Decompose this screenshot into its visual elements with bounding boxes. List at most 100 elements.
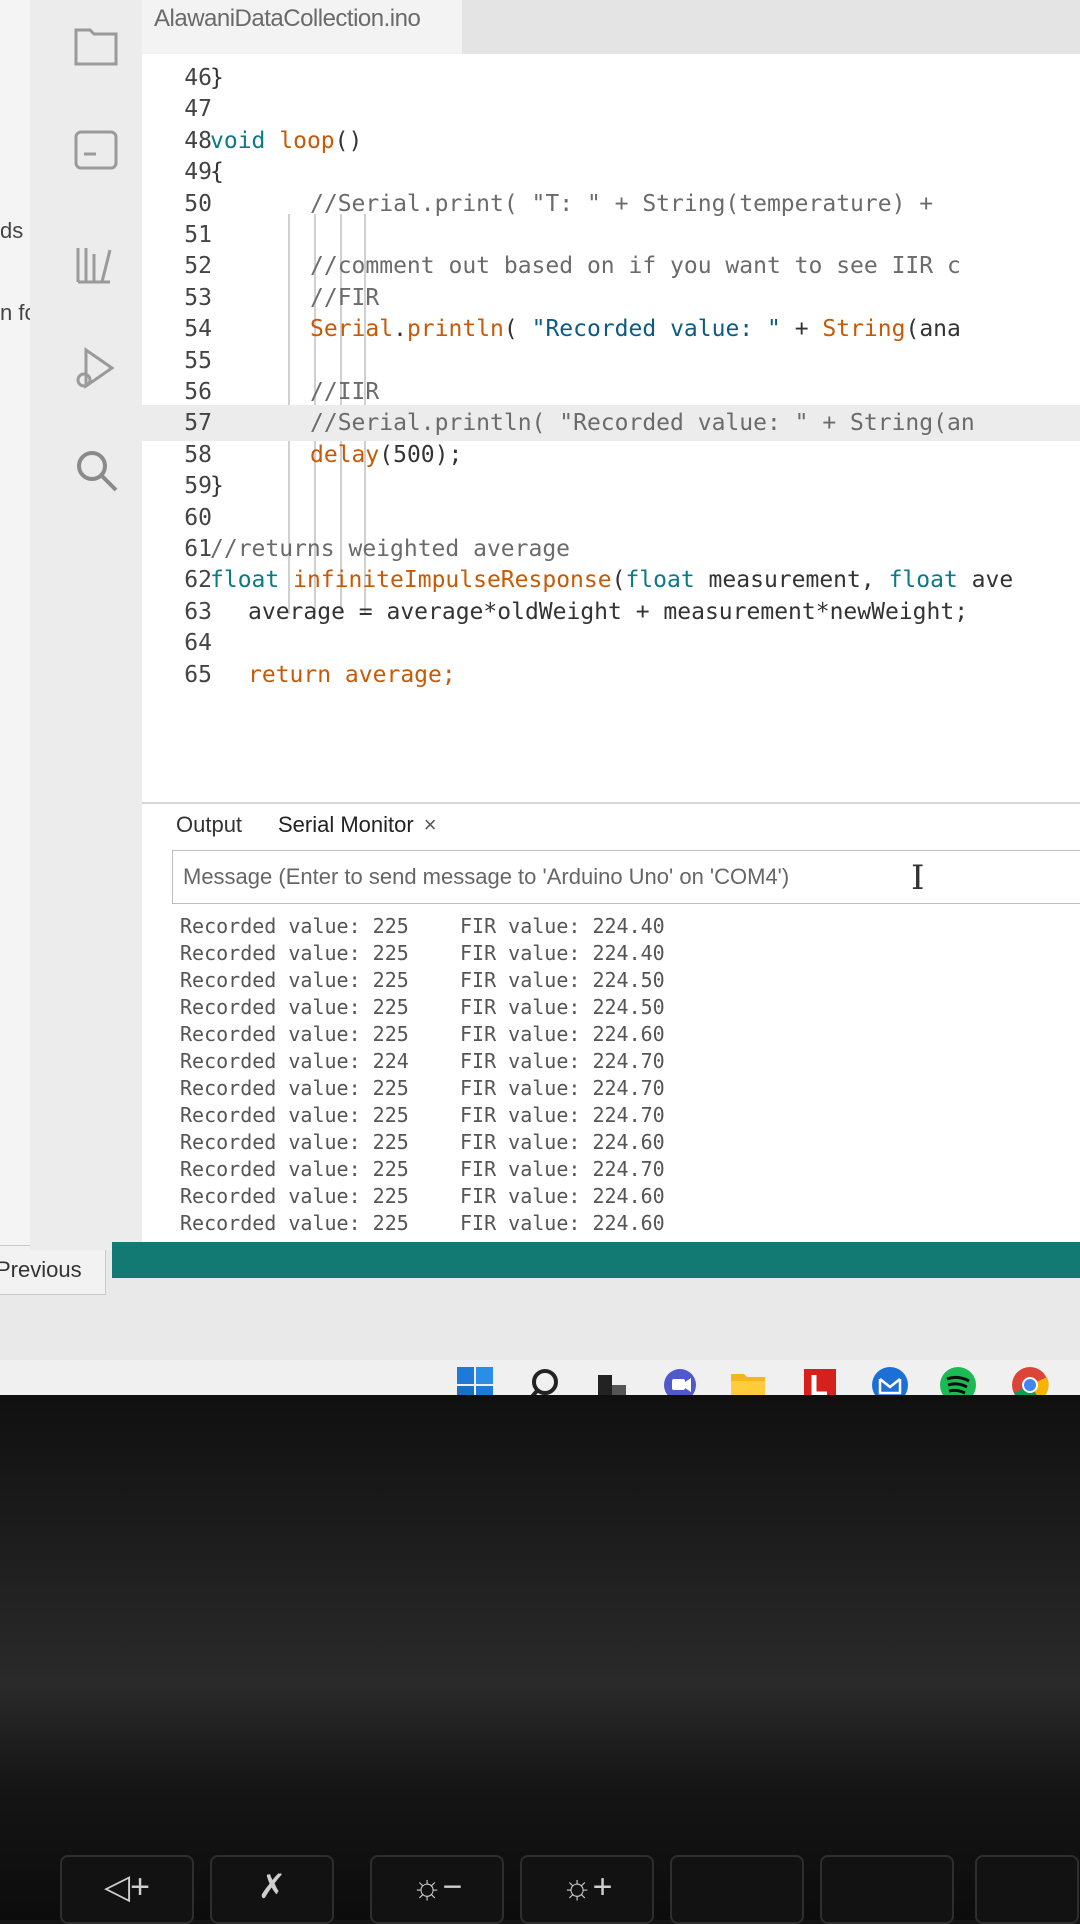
code-token: //Serial.println( "Recorded value: " + S… [310,410,975,437]
code-token: println [406,316,504,343]
serial-output-line: Recorded value: 225 FIR value: 224.40 [180,912,665,940]
code-token: measurement, [694,567,889,594]
task-view-icon[interactable] [592,1365,632,1395]
fir-value: FIR value: 224.50 [460,968,665,992]
tab-serial-monitor[interactable]: Serial Monitor × [278,812,437,838]
code-token: return average; [248,661,456,688]
serial-message-placeholder: Message (Enter to send message to 'Ardui… [183,864,790,889]
code-token: Serial [310,316,394,343]
monitor-screen: ds n fc Previous AlawaniDataCollection.i… [0,0,1080,1395]
volume-up-key[interactable]: ◁+ [60,1855,194,1924]
fir-value: FIR value: 224.40 [460,914,665,938]
recorded-value: Recorded value: 225 [180,941,409,965]
code-line[interactable]: 65 return average; [142,657,1080,693]
code-token: ( [503,316,532,343]
activity-bar [30,0,143,1250]
laptop-bezel [0,1395,1080,1920]
windows-start-icon[interactable] [455,1365,495,1395]
serial-output-line: Recorded value: 225 FIR value: 224.70 [180,1155,665,1183]
code-token: (500); [379,441,463,468]
code-token: String [822,316,906,343]
serial-message-input[interactable]: Message (Enter to send message to 'Ardui… [172,850,1080,904]
serial-output-line: Recorded value: 225 FIR value: 224.60 [180,1209,665,1237]
fir-value: FIR value: 224.70 [460,1049,665,1073]
sketchbook-folder-icon[interactable] [68,18,124,74]
fir-value: FIR value: 224.60 [460,1022,665,1046]
code-token: { [210,159,224,186]
previous-button[interactable]: Previous [0,1245,106,1295]
file-tab[interactable]: AlawaniDataCollection.ino [142,0,462,54]
boards-manager-icon[interactable] [68,122,124,178]
fir-value: FIR value: 224.70 [460,1076,665,1100]
app-l-icon[interactable] [800,1365,840,1395]
serial-output-line: Recorded value: 225 FIR value: 224.40 [180,939,665,967]
fir-value: FIR value: 224.60 [460,1130,665,1154]
brightness-up-key[interactable]: ☼+ [520,1855,654,1924]
code-token: loop [279,127,335,154]
serial-output-line: Recorded value: 225 FIR value: 224.50 [180,966,665,994]
serial-output-line: Recorded value: 225 FIR value: 224.70 [180,1101,665,1129]
search-icon[interactable] [523,1365,563,1395]
recorded-value: Recorded value: 225 [180,914,409,938]
code-text: return average; [248,657,456,693]
brightness-down-key[interactable]: ☼− [370,1855,504,1924]
code-editor[interactable]: 46} 47 48 void loop() 49{50//Serial.print( "… [142,54,1080,802]
fir-value: FIR value: 224.50 [460,995,665,1019]
recorded-value: Recorded value: 225 [180,1076,409,1100]
fir-value: FIR value: 224.60 [460,1184,665,1208]
code-token: (ana [905,316,961,343]
code-token: ( [611,567,626,594]
serial-output-line: Recorded value: 225 FIR value: 224.60 [180,1128,665,1156]
fir-value: FIR value: 224.70 [460,1157,665,1181]
recorded-value: Recorded value: 225 [180,1130,409,1154]
function-key[interactable] [975,1855,1079,1924]
code-token: //returns weighted average [210,536,571,562]
file-explorer-icon[interactable] [728,1365,768,1395]
code-token: "Recorded value: " [531,316,781,343]
editor-tab-bar: AlawaniDataCollection.ino [142,0,1080,54]
tab-output[interactable]: Output [176,812,242,838]
code-token: float [210,567,294,594]
mic-mute-key[interactable]: ✗ [210,1855,334,1924]
code-token: infiniteImpulseResponse [293,567,612,594]
code-token: //FIR [310,284,380,311]
line-number: 65 [184,661,212,688]
chrome-icon[interactable] [1010,1365,1050,1395]
code-token: ave [957,567,1014,594]
serial-output-line: Recorded value: 225 FIR value: 224.60 [180,1182,665,1210]
status-bar [112,1242,1080,1278]
tab-serial-monitor-label: Serial Monitor [278,812,414,837]
recorded-value: Recorded value: 225 [180,1157,409,1181]
teams-chat-icon[interactable] [660,1365,700,1395]
serial-output-line: Recorded value: 225 FIR value: 224.50 [180,993,665,1021]
search-icon[interactable] [68,442,124,498]
fir-value: FIR value: 224.70 [460,1103,665,1127]
code-token: average = average*oldWeight + measuremen… [248,598,969,625]
code-token: () [334,127,363,154]
recorded-value: Recorded value: 225 [180,968,409,992]
code-token: //Serial.print( "T: " + String(temperatu… [310,190,934,217]
browser-text-fragment: ds [0,218,24,243]
code-token: float [888,567,958,594]
library-manager-icon[interactable] [68,236,124,292]
debug-icon[interactable] [68,340,124,396]
spotify-icon[interactable] [938,1365,978,1395]
code-token: + [780,316,823,343]
function-key[interactable] [820,1855,954,1924]
code-token: } [210,65,224,91]
text-cursor-icon: I [911,858,925,898]
recorded-value: Recorded value: 225 [180,1211,409,1235]
close-icon[interactable]: × [424,812,437,837]
code-token: //IIR [310,379,380,405]
serial-output-line: Recorded value: 225 FIR value: 224.70 [180,1074,665,1102]
fir-value: FIR value: 224.40 [460,941,665,965]
code-token: float [625,567,695,594]
function-key[interactable] [670,1855,804,1924]
fir-value: FIR value: 224.60 [460,1211,665,1235]
mail-icon[interactable] [870,1365,910,1395]
panel-tabs: Output Serial Monitor × [142,804,1080,850]
recorded-value: Recorded value: 225 [180,995,409,1019]
recorded-value: Recorded value: 225 [180,1022,409,1046]
code-token: } [210,473,224,500]
code-token: delay [310,441,380,468]
